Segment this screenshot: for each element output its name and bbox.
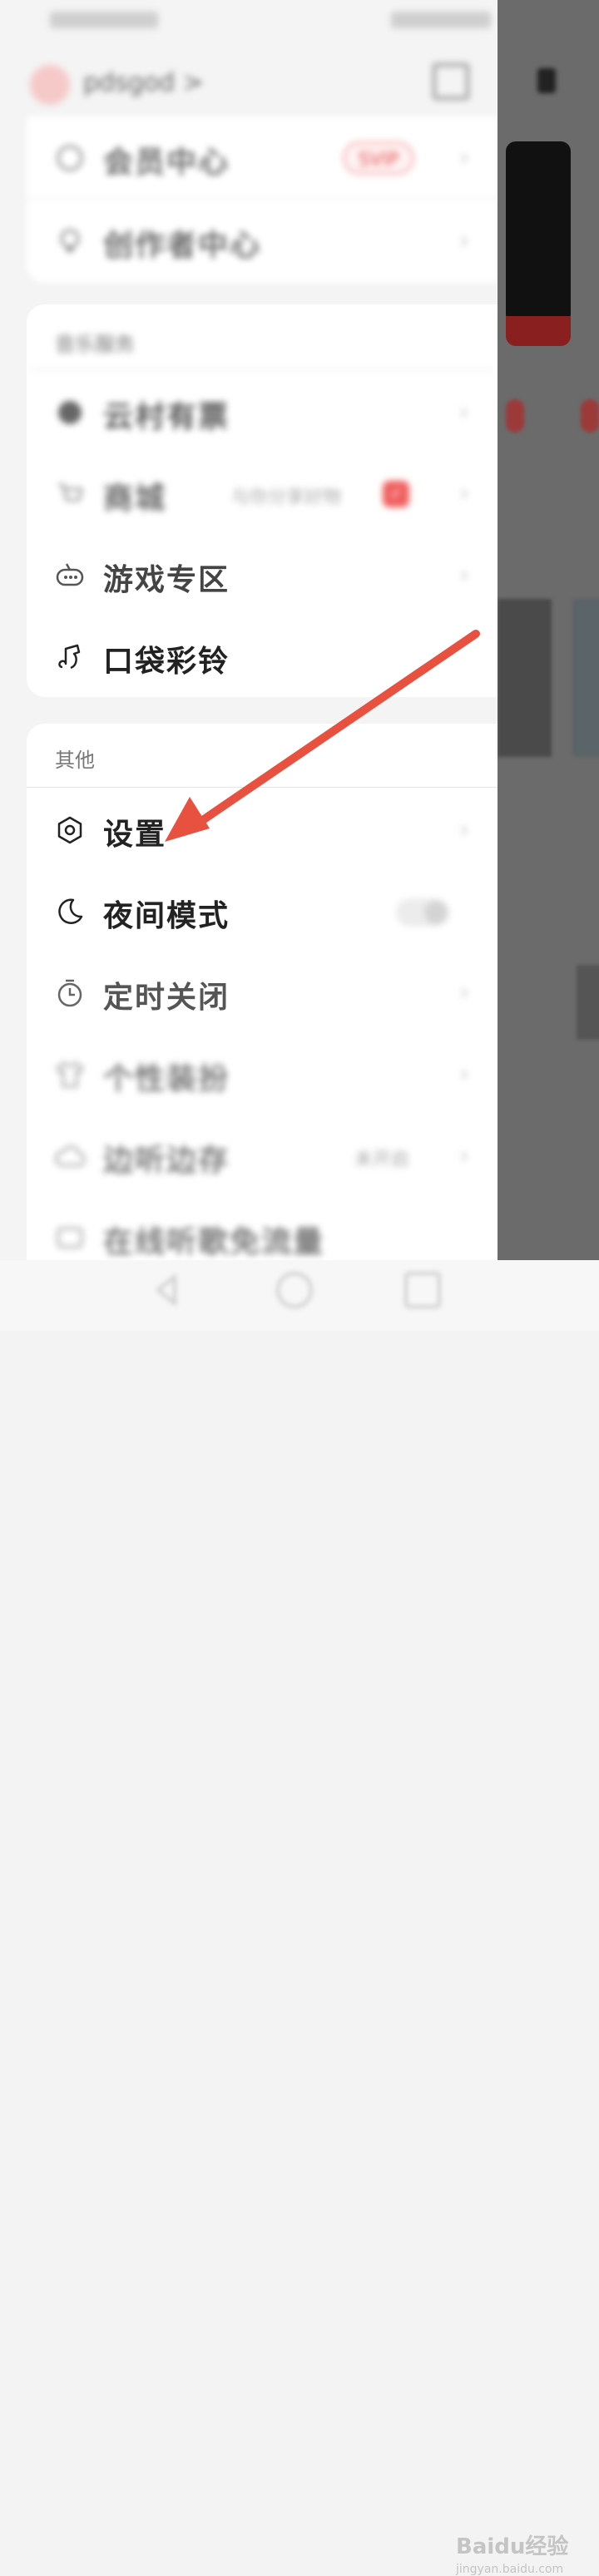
divider xyxy=(27,787,498,788)
menu-item-label: 会员中心 xyxy=(103,145,230,180)
menu-item-creator-center[interactable]: 创作者中心 › xyxy=(27,200,498,281)
chevron-right-icon: › xyxy=(459,561,469,590)
menu-item-night-mode[interactable]: 夜间模式 xyxy=(27,870,498,952)
main-banner-caption xyxy=(506,316,571,346)
section-title: 音乐服务 xyxy=(55,333,135,356)
watermark-logo: Baidu经验 xyxy=(456,2534,569,2559)
menu-item-label: 商城 xyxy=(103,481,167,516)
moon-icon xyxy=(53,895,87,928)
dimmed-main-screen[interactable] xyxy=(498,0,599,1260)
chevron-right-icon: › xyxy=(459,479,469,508)
menu-item-vip-center[interactable]: 会员中心 SVIP › xyxy=(27,116,498,198)
avatar[interactable] xyxy=(30,65,70,105)
mall-badge: ✓ xyxy=(383,481,409,507)
main-playlist-cover xyxy=(498,599,552,757)
menu-item-label: 创作者中心 xyxy=(103,228,262,263)
home-icon[interactable] xyxy=(276,1272,313,1308)
gamepad-icon xyxy=(53,559,87,592)
status-right-icons xyxy=(391,12,491,28)
menu-item-label: 定时关闭 xyxy=(103,980,230,1015)
menu-item-cache-while-listening[interactable]: 边听边存 未开启 › xyxy=(27,1115,498,1196)
side-drawer: pdsgod > 会员中心 SVIP › 创作者中心 › 音乐服务 云村有票 ›… xyxy=(0,0,498,1260)
menu-item-label: 设置 xyxy=(103,817,167,852)
system-nav-bar: Baidu经验 jingyan.baidu.com xyxy=(0,1260,599,2576)
toggle-knob xyxy=(424,901,448,924)
main-playlist-cover xyxy=(577,965,599,1040)
menu-item-label: 口袋彩铃 xyxy=(103,644,230,679)
profile-header[interactable]: pdsgod > xyxy=(0,50,498,116)
chevron-right-icon: › xyxy=(459,978,469,1007)
main-playlist-cover xyxy=(572,599,599,757)
bulb-icon xyxy=(53,225,87,258)
menu-item-tickets[interactable]: 云村有票 › xyxy=(27,371,498,452)
menu-item-theme[interactable]: 个性装扮 › xyxy=(27,1033,498,1115)
gem-icon xyxy=(53,141,87,175)
chevron-right-icon: › xyxy=(459,398,469,427)
recent-apps-icon[interactable] xyxy=(404,1272,441,1308)
back-icon[interactable] xyxy=(150,1272,186,1308)
menu-item-label: 个性装扮 xyxy=(103,1061,230,1096)
svip-badge: SVIP xyxy=(343,141,414,175)
menu-item-label: 在线听歌免流量 xyxy=(103,1224,325,1259)
night-mode-toggle[interactable] xyxy=(396,898,449,927)
chevron-right-icon: › xyxy=(459,226,469,255)
menu-item-pocket-ringtone[interactable]: 口袋彩铃 xyxy=(27,616,498,697)
menu-item-label: 夜间模式 xyxy=(103,898,230,933)
cart-icon xyxy=(53,477,87,511)
divider xyxy=(27,369,498,370)
menu-item-game-zone[interactable]: 游戏专区 › xyxy=(27,534,498,616)
username[interactable]: pdsgod > xyxy=(83,68,204,97)
main-banner-image xyxy=(506,141,571,324)
mall-promo-text: 与你分享好物 xyxy=(231,487,342,508)
main-category-icon xyxy=(581,399,599,433)
menu-item-sleep-timer[interactable]: 定时关闭 › xyxy=(27,952,498,1033)
timer-icon xyxy=(53,977,87,1010)
menu-item-label: 游戏专区 xyxy=(103,562,230,597)
data-icon xyxy=(53,1221,87,1254)
settings-hex-icon xyxy=(53,813,87,847)
menu-item-label: 云村有票 xyxy=(103,399,230,434)
scan-icon[interactable] xyxy=(433,63,469,100)
music-bell-icon xyxy=(53,640,87,674)
chevron-right-icon: › xyxy=(459,815,469,844)
main-top-icon xyxy=(537,68,556,93)
menu-item-free-data[interactable]: 在线听歌免流量 xyxy=(27,1196,498,1260)
menu-item-mall[interactable]: 商城 与你分享好物 ✓ › xyxy=(27,452,498,534)
ticket-icon xyxy=(53,396,87,429)
cache-status-text: 未开启 xyxy=(354,1150,410,1170)
cloud-icon xyxy=(53,1140,87,1173)
section-title: 其他 xyxy=(55,749,95,772)
chevron-right-icon: › xyxy=(459,1060,469,1089)
other-card: 其他 设置 › 夜间模式 定时关闭 › 个性装扮 › 边听边存 未开启 › 在线… xyxy=(27,724,498,1260)
menu-item-label: 边听边存 xyxy=(103,1143,230,1178)
chevron-right-icon: › xyxy=(459,143,469,172)
chevron-right-icon: › xyxy=(459,1141,469,1170)
status-left-icons xyxy=(50,12,158,28)
account-card: 会员中心 SVIP › 创作者中心 › xyxy=(27,116,498,283)
watermark-domain: jingyan.baidu.com xyxy=(456,2563,564,2576)
menu-item-settings[interactable]: 设置 › xyxy=(27,789,498,870)
main-category-icon xyxy=(506,399,524,433)
shirt-icon xyxy=(53,1058,87,1091)
music-services-card: 音乐服务 云村有票 › 商城 与你分享好物 ✓ › 游戏专区 › 口袋彩铃 xyxy=(27,304,498,697)
divider xyxy=(27,198,498,199)
status-bar xyxy=(0,0,498,42)
